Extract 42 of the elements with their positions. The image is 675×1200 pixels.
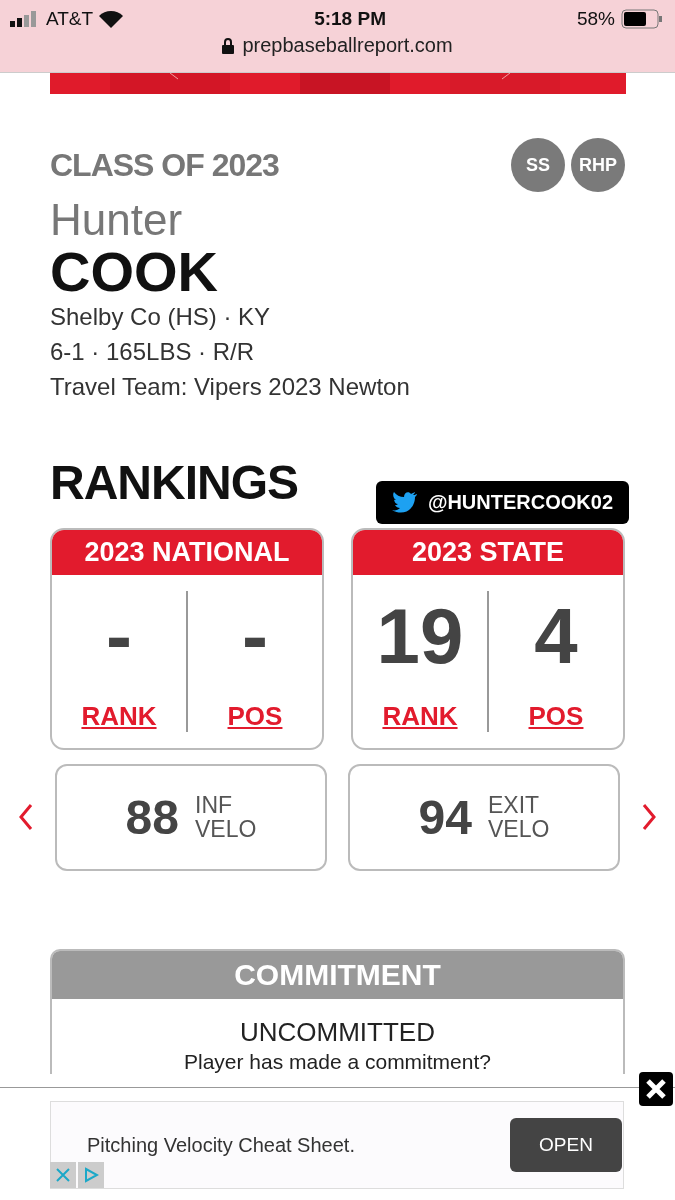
rank-value: - <box>106 596 132 675</box>
last-name: COOK <box>50 244 219 301</box>
rank-value: - <box>242 596 268 675</box>
card-header: COMMITMENT <box>52 950 623 999</box>
close-icon[interactable] <box>639 1072 673 1106</box>
card-header: 2023 NATIONAL <box>52 529 322 575</box>
class-year: CLASS OF 2023 <box>50 146 279 184</box>
card-header: 2023 STATE <box>353 529 623 575</box>
rank-link[interactable]: POS <box>528 700 584 732</box>
open-button[interactable]: OPEN <box>510 1118 622 1172</box>
chevron-left-icon[interactable] <box>18 802 34 833</box>
rank-value: 19 <box>376 596 464 675</box>
velocity-label: VELO <box>195 817 257 842</box>
battery-icon <box>621 9 663 29</box>
battery-percent: 58% <box>576 8 615 30</box>
twitter-link[interactable]: @HUNTERCOOK02 <box>375 480 629 524</box>
rank-link[interactable]: POS <box>227 700 283 732</box>
first-name: Hunter <box>50 196 184 245</box>
lock-icon <box>222 37 235 54</box>
velocity-value: 88 <box>125 789 179 845</box>
player-detail: Travel Team: Vipers 2023 Newton <box>50 372 411 402</box>
velocity-label: INF <box>195 793 234 818</box>
rank-value: 4 <box>534 596 578 675</box>
wifi-icon <box>99 10 124 28</box>
commitment-status: UNCOMMITTED <box>239 1016 436 1048</box>
bird-icon <box>391 491 418 514</box>
player-detail: Shelby Co (HS) · KY <box>50 302 272 333</box>
velocity-value: 94 <box>418 789 472 845</box>
commitment-question: Player has made a commitment? <box>183 1049 492 1074</box>
velocity-label: EXIT <box>488 793 541 818</box>
rank-link[interactable]: RANK <box>81 700 157 732</box>
carrier: AT&T <box>46 8 94 30</box>
player-detail: 6-1 · 165LBS · R/R <box>50 337 256 368</box>
position-badge: SS <box>511 138 565 192</box>
velocity-label: VELO <box>488 817 550 842</box>
clock: 5:18 PM <box>314 8 386 30</box>
chevron-right-icon[interactable] <box>641 802 657 833</box>
ad-text: Pitching Velocity Cheat Sheet. <box>87 1133 355 1157</box>
section-title: RANKINGS <box>50 454 298 510</box>
rank-link[interactable]: RANK <box>382 700 458 732</box>
address-url[interactable]: prepbaseballreport.com <box>242 34 453 57</box>
position-badge: RHP <box>571 138 625 192</box>
